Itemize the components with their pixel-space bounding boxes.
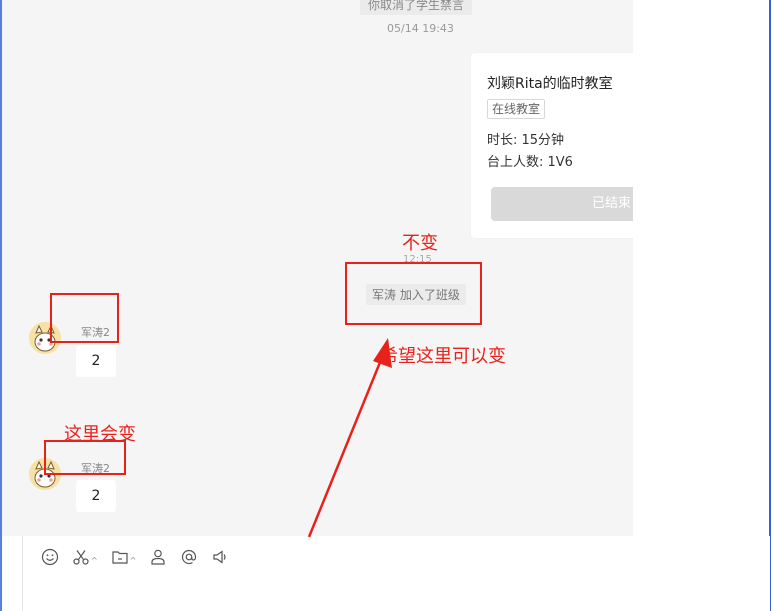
input-toolbar: ^ ^ — [41, 546, 242, 566]
annotation-box-join-notice — [345, 262, 482, 325]
message-bubble[interactable]: 2 — [76, 345, 116, 377]
speaker-icon — [213, 550, 227, 564]
screenshot-button[interactable]: ^ — [72, 546, 98, 566]
window-frame-right — [769, 0, 771, 611]
file-button[interactable]: ^ — [111, 546, 137, 566]
chevron-up-icon: ^ — [129, 556, 137, 565]
annotation-box-sender-1 — [50, 293, 119, 343]
scissors-icon — [73, 550, 89, 565]
emoji-icon — [41, 548, 59, 566]
chevron-up-icon: ^ — [91, 556, 98, 565]
annotation-unchanged-label: 不变 — [402, 233, 438, 254]
classroom-card-tag: 在线教室 — [487, 99, 546, 119]
mention-button[interactable] — [180, 546, 198, 566]
system-notice-unmute: 你取消了学生禁言 — [360, 0, 473, 15]
classroom-card-title: 刘颖Rita的临时教室 — [487, 76, 613, 92]
contact-button[interactable] — [149, 546, 167, 566]
user-icon — [151, 549, 166, 565]
message-bubble[interactable]: 2 — [76, 480, 116, 512]
classroom-card-duration: 时长: 15分钟 — [487, 133, 565, 148]
classroom-card-stage-count: 台上人数: 1V6 — [487, 155, 573, 170]
message-timestamp: 05/14 19:43 — [387, 22, 454, 35]
announce-button[interactable] — [211, 546, 229, 566]
classroom-card[interactable]: 刘颖Rita的临时教室 在线教室 时长: 15分钟 台上人数: 1V6 已结束 — [471, 53, 633, 238]
classroom-ended-button[interactable]: 已结束 — [491, 187, 633, 221]
emoji-button[interactable] — [41, 546, 59, 566]
folder-icon — [112, 551, 128, 564]
annotation-hope-label: 希望这里可以变 — [380, 346, 506, 367]
message-input-area[interactable]: ^ ^ — [22, 536, 770, 611]
annotation-box-sender-2 — [44, 440, 126, 475]
at-icon — [182, 549, 197, 565]
